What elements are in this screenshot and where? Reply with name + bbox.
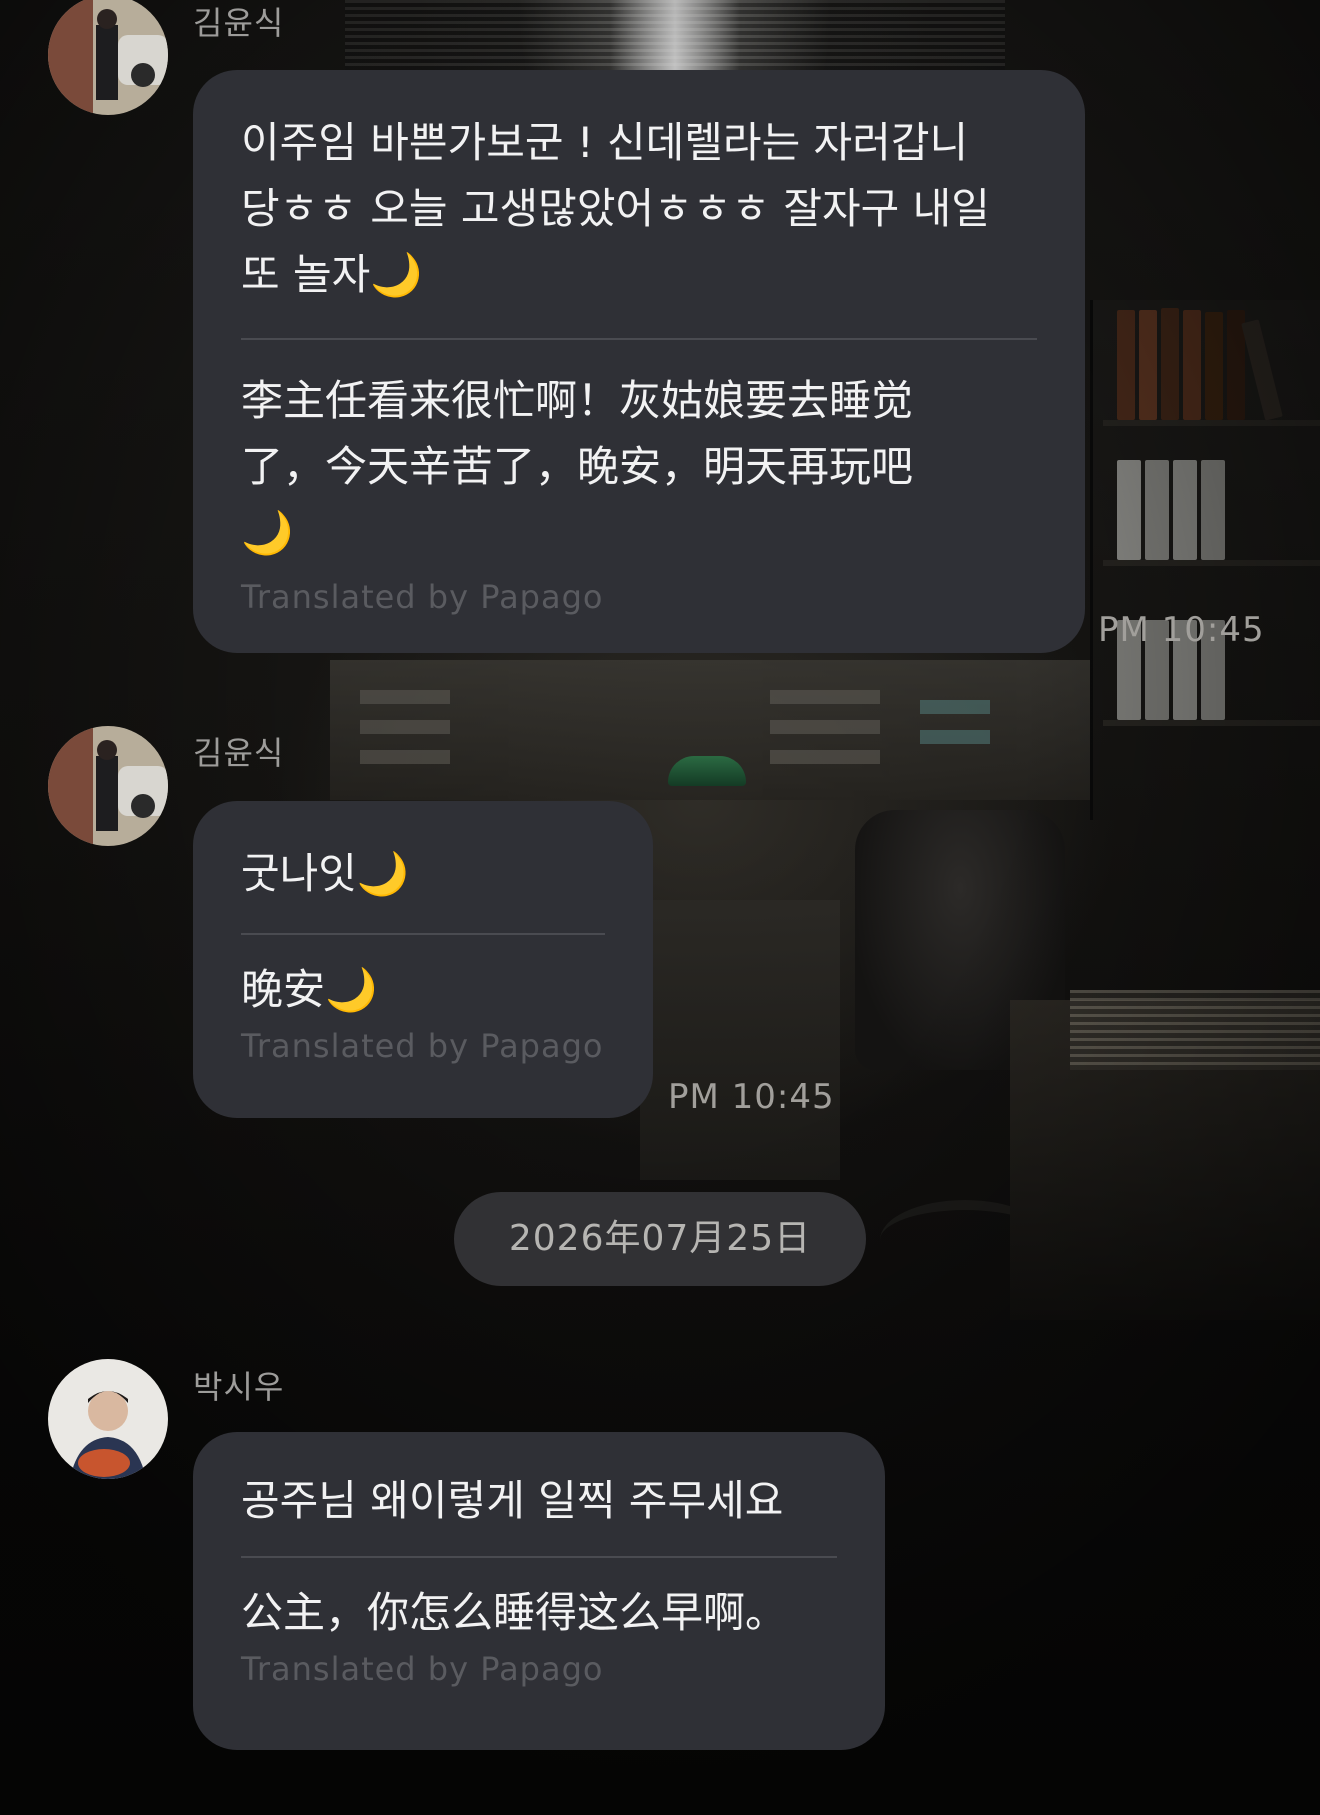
message-timestamp: PM 10:45 — [668, 1077, 835, 1117]
message-bubble[interactable]: 이주임 바쁜가보군 ! 신데렐라는 자러갑니 당ㅎㅎ 오늘 고생많았어ㅎㅎㅎ 잘… — [193, 70, 1085, 653]
message-translated-text[interactable]: 晚安🌙 — [241, 935, 605, 1023]
chat-message-list[interactable]: 김윤식 이주임 바쁜가보군 ! 신데렐라는 자러갑니 당ㅎㅎ 오늘 고생많았어ㅎ… — [0, 0, 1320, 1815]
date-separator: 2026年07月25日 — [454, 1192, 866, 1286]
message-original-text[interactable]: 공주님 왜이렇게 일찍 주무세요 — [241, 1432, 837, 1534]
sender-name: 박시우 — [193, 1368, 285, 1406]
avatar-kim-yoonsik[interactable] — [48, 726, 168, 846]
message-translated-text[interactable]: 公主，你怎么睡得这么早啊。 — [241, 1558, 837, 1646]
avatar-photo-icon — [48, 0, 168, 115]
message-original-text[interactable]: 이주임 바쁜가보군 ! 신데렐라는 자러갑니 당ㅎㅎ 오늘 고생많았어ㅎㅎㅎ 잘… — [241, 70, 1037, 308]
message-bubble[interactable]: 공주님 왜이렇게 일찍 주무세요 公主，你怎么睡得这么早啊。 Translate… — [193, 1432, 885, 1750]
avatar-kim-yoonsik[interactable] — [48, 0, 168, 115]
translated-by-label: Translated by Papago — [241, 1027, 604, 1065]
sender-name: 김윤식 — [193, 734, 285, 772]
translated-by-label: Translated by Papago — [241, 578, 604, 616]
sender-name: 김윤식 — [193, 4, 285, 42]
translated-by-label: Translated by Papago — [241, 1650, 604, 1688]
avatar-park-siwoo[interactable] — [48, 1359, 168, 1479]
message-original-text[interactable]: 굿나잇🌙 — [241, 801, 605, 907]
message-translated-text[interactable]: 李主任看来很忙啊！灰姑娘要去睡觉 了，今天辛苦了，晚安，明天再玩吧 🌙 — [241, 340, 1037, 566]
message-bubble[interactable]: 굿나잇🌙 晚安🌙 Translated by Papago — [193, 801, 653, 1118]
avatar-photo-icon — [48, 726, 168, 846]
message-timestamp: PM 10:45 — [1098, 610, 1265, 650]
avatar-photo-icon — [48, 1359, 168, 1479]
